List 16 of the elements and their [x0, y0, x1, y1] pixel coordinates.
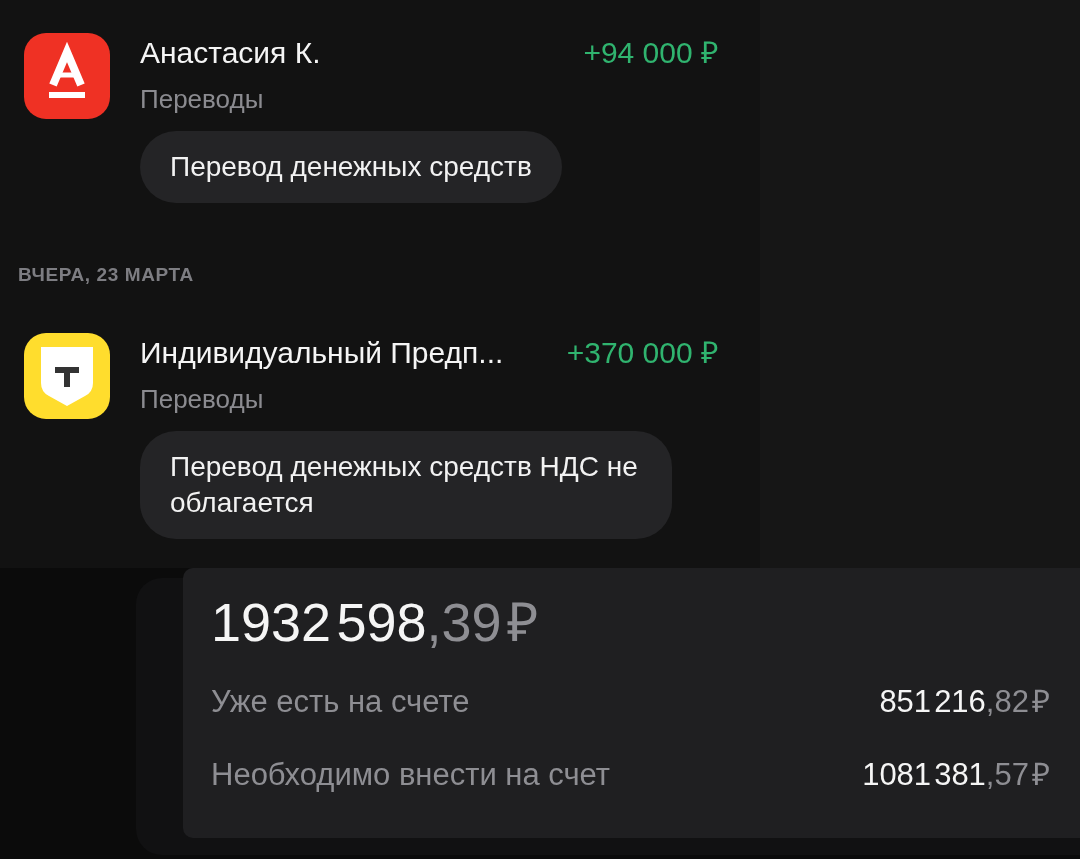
row-amount: 851 216,82 ₽	[879, 683, 1050, 721]
shield-logo-icon	[24, 333, 110, 419]
date-header: ВЧЕРА, 23 МАРТА	[18, 263, 194, 287]
transaction-category: Переводы	[140, 83, 264, 115]
transaction-name: Индивидуальный Предп...	[140, 335, 504, 371]
transaction-name: Анастасия К.	[140, 35, 321, 71]
transaction-amount: +370 000 ₽	[566, 335, 718, 371]
row-label: Необходимо внести на счет	[211, 756, 611, 794]
letter-a-logo-icon	[24, 33, 110, 119]
total-amount: 1932 598,39 ₽	[211, 592, 538, 652]
row-label: Уже есть на счете	[211, 683, 470, 721]
transaction-amount: +94 000 ₽	[583, 35, 718, 71]
transaction-category: Переводы	[140, 383, 264, 415]
row-amount: 1081 381,57 ₽	[862, 756, 1050, 794]
comment-bubble: Перевод денежных средств НДС не облагается	[140, 431, 672, 539]
comment-bubble: Перевод денежных средств	[140, 131, 562, 203]
